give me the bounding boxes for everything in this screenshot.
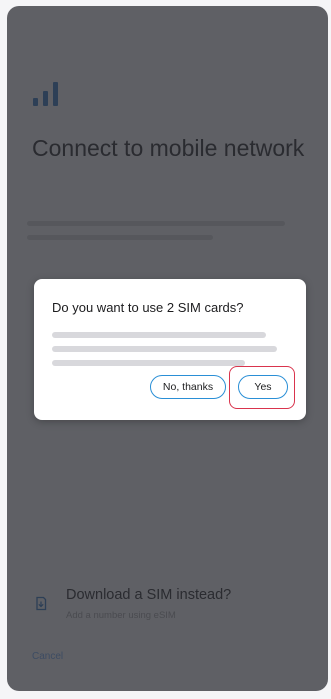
dialog-title: Do you want to use 2 SIM cards? xyxy=(52,300,244,315)
yes-button[interactable]: Yes xyxy=(238,375,288,399)
download-sim-title: Download a SIM instead? xyxy=(66,587,232,603)
device-frame: Connect to mobile network Do you want to… xyxy=(0,0,331,699)
signal-bars-icon xyxy=(33,80,63,106)
cancel-link[interactable]: Cancel xyxy=(32,651,63,662)
setup-screen: Connect to mobile network Do you want to… xyxy=(7,6,328,691)
placeholder-line xyxy=(52,360,245,366)
sim-download-icon xyxy=(36,596,47,611)
page-title: Connect to mobile network xyxy=(32,135,305,161)
placeholder-line xyxy=(27,221,285,226)
no-thanks-button[interactable]: No, thanks xyxy=(150,375,226,399)
download-sim-subtitle: Add a number using eSIM xyxy=(66,610,176,621)
dual-sim-dialog: Do you want to use 2 SIM cards? No, than… xyxy=(34,279,306,420)
download-sim-option[interactable]: Download a SIM instead? Add a number usi… xyxy=(31,584,311,624)
placeholder-line xyxy=(52,332,266,338)
placeholder-line xyxy=(52,346,277,352)
placeholder-line xyxy=(27,235,213,240)
